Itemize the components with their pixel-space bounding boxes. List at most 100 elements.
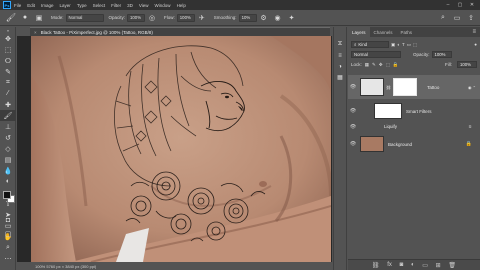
filter-shape-icon[interactable]: ▭ [407,42,411,48]
maximize-button[interactable]: ▢ [454,0,466,10]
pressure-size-icon[interactable]: ◉ [273,13,283,23]
filter-kind-select[interactable]: ⌕ Kind [351,41,389,48]
foreground-color-swatch[interactable] [3,191,11,199]
brush-tool-icon[interactable]: 🖌 [4,12,18,24]
screen-mode-icon[interactable]: ▢ [0,228,16,239]
liquify-label[interactable]: Liquify [384,124,397,129]
document-tab[interactable]: × Black Tattoo - PiXimperfect.jpg @ 100%… [30,27,330,36]
search-icon[interactable]: ⌕ [438,13,448,23]
layer-mask-thumbnail[interactable] [393,78,418,96]
layer-name-background[interactable]: Background [388,142,412,147]
filter-adjustment-icon[interactable]: ◐ [397,42,400,47]
airbrush-icon[interactable]: ✈ [197,13,207,23]
tab-layers[interactable]: Layers [348,27,370,37]
close-window-button[interactable]: ✕ [466,0,478,10]
menu-select[interactable]: Select [93,3,106,8]
layer-row-liquify[interactable]: 👁 Liquify ⚟ [348,121,480,132]
share-icon[interactable]: ⇪ [466,13,476,23]
mode-select[interactable]: Normal [65,13,104,22]
menu-filter[interactable]: Filter [111,3,121,8]
menu-help[interactable]: Help [177,3,186,8]
workspace-icon[interactable]: ▭ [452,13,462,23]
filter-type-icon[interactable]: T [402,42,405,47]
adjustment-layer-icon[interactable]: ◐ [411,262,415,268]
brush-settings-icon[interactable]: ▣ [34,13,44,23]
minimize-button[interactable]: – [442,0,454,10]
visibility-eye-icon[interactable]: 👁 [348,84,358,90]
lock-transparent-icon[interactable]: ▦ [365,62,369,68]
clone-stamp-tool-icon[interactable]: ⊥ [0,121,16,132]
liquify-eye-icon[interactable]: 👁 [348,124,358,130]
smoothing-field[interactable]: 10% [238,13,257,22]
properties-panel-icon[interactable]: ≡ [334,50,346,61]
new-layer-icon[interactable]: ⊞ [436,262,441,269]
crop-tool-icon[interactable]: ⌗ [0,77,16,88]
menu-type[interactable]: Type [77,3,87,8]
menu-file[interactable]: File [14,3,21,8]
filter-toggle-icon[interactable]: ● [474,42,477,47]
filter-blending-options-icon[interactable]: ⚟ [468,124,472,129]
layer-opacity-field[interactable]: 100% [431,51,452,58]
menu-3d[interactable]: 3D [127,3,133,8]
delete-layer-icon[interactable]: 🗑 [448,262,456,269]
more-tools-icon[interactable]: ⋯ [0,253,16,264]
gradient-tool-icon[interactable]: ▤ [0,154,16,165]
zoom-tool-icon[interactable]: ⌕ [0,242,16,253]
menu-window[interactable]: Window [155,3,171,8]
tab-paths[interactable]: Paths [397,27,417,37]
layer-row-smart-filters[interactable]: 👁 Smart Filters [348,101,480,121]
background-eye-icon[interactable]: 👁 [348,141,358,147]
opacity-label: Opacity: [108,15,126,20]
layer-row-background[interactable]: 👁 Background 🔒 [348,134,480,154]
canvas-area[interactable] [17,36,332,262]
layer-name-tattoo[interactable]: Tattoo [427,85,439,90]
blur-tool-icon[interactable]: 💧 [0,165,16,176]
menu-layer[interactable]: Layer [60,3,71,8]
symmetry-icon[interactable]: ✦ [287,13,297,23]
fill-field[interactable]: 100% [457,61,477,68]
marquee-tool-icon[interactable]: ⬚ [0,44,16,55]
menu-view[interactable]: View [139,3,149,8]
panel-menu-icon[interactable]: ≡ [472,29,476,35]
lock-all-icon[interactable]: 🔒 [393,62,399,68]
lock-position-icon[interactable]: ✥ [379,62,383,68]
menu-edit[interactable]: Edit [27,3,35,8]
pressure-opacity-icon[interactable]: ◎ [147,13,157,23]
smart-filters-eye-icon[interactable]: 👁 [348,108,358,114]
filter-pixel-icon[interactable]: ▣ [391,42,395,48]
quick-mask-icon[interactable]: ◘ [0,215,16,226]
lock-pixels-icon[interactable]: ✎ [372,62,376,68]
link-icon[interactable]: ⛓ [386,85,391,90]
image-canvas[interactable] [31,36,331,262]
layer-row-tattoo[interactable]: 👁 ⛓ Tattoo ◉ ⌃ [348,75,480,99]
move-tool-icon[interactable]: ✥ [0,33,16,44]
dodge-tool-icon[interactable]: ◐ [0,176,16,187]
smart-filter-mask-thumbnail[interactable] [374,103,402,119]
brush-size-icon[interactable]: ● [20,13,30,23]
smart-filters-label[interactable]: Smart Filters [406,109,432,114]
flow-field[interactable]: 100% [176,13,195,22]
new-group-icon[interactable]: ▭ [422,262,428,269]
quick-select-tool-icon[interactable]: ✎ [0,66,16,77]
brush-tool-active-icon[interactable]: 🖌 [0,110,16,121]
blend-mode-select[interactable]: Normal [351,51,401,58]
lasso-tool-icon[interactable]: ⵔ [0,55,16,66]
smart-filter-toggle-icon[interactable]: ◉ ⌃ [468,85,476,90]
filter-smart-object-icon[interactable]: ⬚ [413,42,417,48]
history-brush-tool-icon[interactable]: ↺ [0,132,16,143]
menu-image[interactable]: Image [41,3,54,8]
layer-style-fx-icon[interactable]: fx [387,262,392,268]
tab-channels[interactable]: Channels [370,27,397,37]
history-panel-icon[interactable]: ⧖ [334,39,346,50]
link-layers-icon[interactable]: ⛓ [372,262,380,269]
healing-brush-tool-icon[interactable]: ✚ [0,99,16,110]
swatches-panel-icon[interactable]: ▦ [334,72,346,83]
eyedropper-tool-icon[interactable]: ⁄ [0,88,16,99]
adjustments-panel-icon[interactable]: ◑ [334,61,346,72]
close-document-icon[interactable]: × [34,30,37,35]
opacity-field[interactable]: 100% [127,13,146,22]
add-mask-icon[interactable]: ◙ [400,262,404,268]
eraser-tool-icon[interactable]: ◇ [0,143,16,154]
lock-artboard-icon[interactable]: ⬚ [386,62,390,68]
smoothing-options-gear-icon[interactable]: ⚙ [259,13,269,23]
